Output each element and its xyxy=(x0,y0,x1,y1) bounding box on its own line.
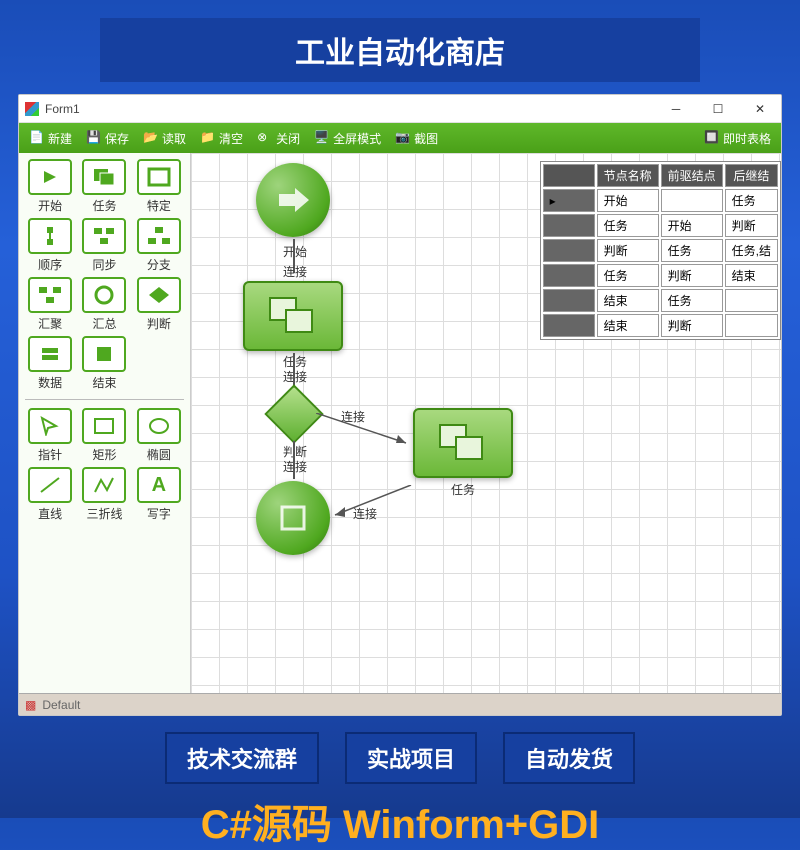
app-icon xyxy=(25,102,39,116)
node-task-2-label: 任务 xyxy=(451,481,475,498)
toolbar-new[interactable]: 📄新建 xyxy=(23,128,78,149)
clear-icon: 📁 xyxy=(200,130,216,146)
palette-ellipse[interactable]: 椭圆 xyxy=(134,408,184,463)
palette-sync[interactable]: 同步 xyxy=(79,218,129,273)
maximize-button[interactable]: ☐ xyxy=(697,95,739,123)
palette-line[interactable]: 直线 xyxy=(25,467,75,522)
node-end[interactable] xyxy=(256,481,330,555)
connector-label: 连接 xyxy=(283,458,307,475)
toolbar-screenshot[interactable]: 📷截图 xyxy=(389,128,444,149)
connector xyxy=(316,413,416,453)
toolbar-clear[interactable]: 📁清空 xyxy=(194,128,249,149)
palette-rect[interactable]: 矩形 xyxy=(79,408,129,463)
status-tab[interactable]: Default xyxy=(42,698,80,712)
tool-palette: 开始 任务 特定 顺序 同步 分支 汇聚 汇总 判断 数据 结束 指针 矩形 椭… xyxy=(19,153,191,693)
screenshot-icon: 📷 xyxy=(395,130,411,146)
connector-label: 连接 xyxy=(353,505,377,522)
window-title: Form1 xyxy=(45,102,655,116)
load-icon: 📂 xyxy=(143,130,159,146)
connector xyxy=(293,441,295,479)
palette-separator xyxy=(25,399,184,400)
new-icon: 📄 xyxy=(29,130,45,146)
node-decision[interactable] xyxy=(273,393,315,435)
status-icon: ▩ xyxy=(25,698,36,712)
badge-row: 技术交流群 实战项目 自动发货 xyxy=(0,732,800,784)
palette-polyline[interactable]: 三折线 xyxy=(79,467,129,522)
table-row[interactable]: 结束判断 xyxy=(543,314,778,337)
connector-label: 连接 xyxy=(283,263,307,280)
toolbar-save[interactable]: 💾保存 xyxy=(80,128,135,149)
statusbar: ▩ Default xyxy=(19,693,781,715)
palette-branch[interactable]: 分支 xyxy=(134,218,184,273)
palette-specific[interactable]: 特定 xyxy=(134,159,184,214)
main-toolbar: 📄新建 💾保存 📂读取 📁清空 ⊗关闭 🖥️全屏模式 📷截图 🔲即时表格 xyxy=(19,123,781,153)
minimize-button[interactable]: ─ xyxy=(655,95,697,123)
palette-task[interactable]: 任务 xyxy=(79,159,129,214)
toolbar-load[interactable]: 📂读取 xyxy=(137,128,192,149)
banner-title: 工业自动化商店 xyxy=(100,18,700,82)
titlebar: Form1 ─ ☐ ✕ xyxy=(19,95,781,123)
palette-text[interactable]: A写字 xyxy=(134,467,184,522)
grid-icon: 🔲 xyxy=(704,130,720,146)
close-icon: ⊗ xyxy=(257,130,273,146)
app-window: Form1 ─ ☐ ✕ 📄新建 💾保存 📂读取 📁清空 ⊗关闭 🖥️全屏模式 📷… xyxy=(18,94,782,716)
toolbar-close[interactable]: ⊗关闭 xyxy=(251,128,306,149)
fullscreen-icon: 🖥️ xyxy=(314,130,330,146)
palette-start[interactable]: 开始 xyxy=(25,159,75,214)
table-row[interactable]: 任务判断结束 xyxy=(543,264,778,287)
table-row[interactable]: ▸开始任务 xyxy=(543,189,778,212)
table-row[interactable]: 任务开始判断 xyxy=(543,214,778,237)
node-start-label: 开始 xyxy=(283,243,307,260)
node-start[interactable] xyxy=(256,163,330,237)
flowchart-canvas[interactable]: 开始 连接 任务 连接 判断 连接 连接 任务 xyxy=(191,153,781,693)
palette-pointer[interactable]: 指针 xyxy=(25,408,75,463)
table-row[interactable]: 判断任务任务,结 xyxy=(543,239,778,262)
badge-group: 技术交流群 xyxy=(165,732,319,784)
badge-project: 实战项目 xyxy=(345,732,477,784)
palette-group-shapes: 指针 矩形 椭圆 直线 三折线 A写字 xyxy=(25,408,184,522)
palette-group-nodes: 开始 任务 特定 顺序 同步 分支 汇聚 汇总 判断 数据 结束 xyxy=(25,159,184,391)
node-table[interactable]: 节点名称前驱结点后继结 ▸开始任务 任务开始判断 判断任务任务,结 任务判断结束… xyxy=(540,161,781,340)
palette-converge[interactable]: 汇聚 xyxy=(25,277,75,332)
connector-label: 连接 xyxy=(341,408,365,425)
footer-title: C#源码 Winform+GDI xyxy=(0,792,800,850)
toolbar-fullscreen[interactable]: 🖥️全屏模式 xyxy=(308,128,387,149)
close-button[interactable]: ✕ xyxy=(739,95,781,123)
palette-data[interactable]: 数据 xyxy=(25,336,75,391)
palette-end[interactable]: 结束 xyxy=(79,336,129,391)
node-task-1[interactable] xyxy=(243,281,343,351)
badge-delivery: 自动发货 xyxy=(503,732,635,784)
palette-sequence[interactable]: 顺序 xyxy=(25,218,75,273)
connector-label: 连接 xyxy=(283,368,307,385)
node-task-2[interactable] xyxy=(413,408,513,478)
palette-summary[interactable]: 汇总 xyxy=(79,277,129,332)
toolbar-realtime-grid[interactable]: 🔲即时表格 xyxy=(698,128,777,149)
save-icon: 💾 xyxy=(86,130,102,146)
table-row[interactable]: 结束任务 xyxy=(543,289,778,312)
palette-decision[interactable]: 判断 xyxy=(134,277,184,332)
